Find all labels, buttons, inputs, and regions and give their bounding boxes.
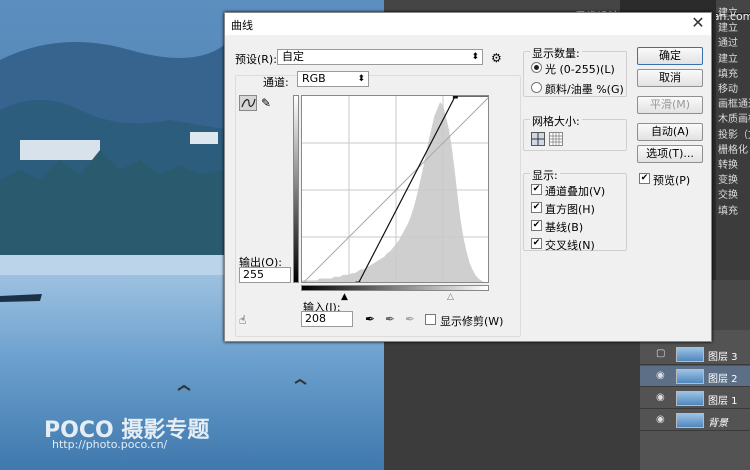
layer-name: 图层 1	[708, 396, 738, 407]
input-gradient-bar	[301, 285, 489, 291]
show-amount-label: 显示数量:	[530, 45, 582, 61]
smooth-button[interactable]: 平滑(M)	[637, 96, 703, 114]
target-adjust-icon[interactable]: ☝	[239, 313, 246, 327]
grid-simple-icon[interactable]	[531, 132, 545, 146]
history-item[interactable]: 建立	[718, 50, 750, 65]
channel-select[interactable]: RGB ⬍	[297, 71, 369, 87]
grid-detailed-icon[interactable]	[549, 132, 563, 146]
layer-thumbnail	[676, 369, 704, 384]
eye-icon[interactable]: ◉	[656, 392, 668, 404]
layer-row[interactable]: ◉ 背景	[640, 410, 750, 431]
output-field[interactable]: 255	[239, 267, 291, 283]
layer-thumbnail	[676, 347, 704, 362]
layer-thumbnail	[676, 391, 704, 406]
eye-icon[interactable]: ◉	[656, 414, 668, 426]
curve-graph[interactable]	[301, 95, 489, 283]
grid-10-icon	[550, 133, 562, 145]
watermark-url: http://photo.poco.cn/	[52, 438, 168, 451]
histogram-label: 直方图(H)	[545, 203, 595, 216]
chevron-updown-icon: ⬍	[357, 74, 365, 84]
history-item[interactable]: 填充	[718, 202, 750, 217]
history-item[interactable]: 建立	[718, 19, 750, 34]
curve-wave-icon	[241, 98, 256, 108]
history-item[interactable]: 移动	[718, 80, 750, 95]
channel-label: 通道:	[263, 76, 289, 89]
history-item[interactable]: 变换	[718, 171, 750, 186]
history-item[interactable]: 画框通过	[718, 95, 750, 110]
chevron-updown-icon: ⬍	[471, 52, 479, 62]
baseline-checkbox[interactable]: ✔	[531, 220, 542, 231]
history-item[interactable]: 木质画框	[718, 110, 750, 125]
history-item[interactable]: 填充	[718, 65, 750, 80]
layer-row[interactable]: ◉ 图层 1	[640, 388, 750, 409]
history-item[interactable]: 交换	[718, 186, 750, 201]
channel-overlay-label: 通道叠加(V)	[545, 185, 606, 198]
layer-row[interactable]: ◉ 图层 2	[640, 366, 750, 387]
close-icon[interactable]: ✕	[691, 14, 705, 32]
auto-button[interactable]: 自动(A)	[637, 123, 703, 141]
history-item[interactable]: 转换	[718, 156, 750, 171]
history-item[interactable]: 投影（文	[718, 126, 750, 141]
intersection-line-label: 交叉线(N)	[545, 239, 595, 252]
baseline-label: 基线(B)	[545, 221, 584, 234]
show-clipping-checkbox[interactable]	[425, 314, 436, 325]
layers-panel: ▢ 图层 3 ◉ 图层 2 ◉ 图层 1 ◉ 背景	[640, 330, 750, 470]
pigment-option-label: 颜料/油墨 %(G)	[545, 83, 624, 96]
grid-4-icon	[532, 133, 544, 145]
history-item[interactable]: 通过	[718, 34, 750, 49]
black-point-slider-icon[interactable]: ▲	[341, 290, 348, 304]
output-gradient-bar	[293, 95, 299, 283]
preset-label: 预设(R):	[235, 53, 277, 66]
preview-checkbox[interactable]: ✔	[639, 173, 650, 184]
layer-thumbnail	[676, 413, 704, 428]
show-label: 显示:	[530, 167, 560, 183]
preview-label: 预览(P)	[653, 174, 691, 187]
cancel-button[interactable]: 取消	[637, 69, 703, 87]
curve-point-tool-icon[interactable]	[239, 95, 257, 111]
pencil-icon[interactable]: ✎	[261, 96, 271, 110]
light-option-label: 光 (0-255)(L)	[545, 63, 615, 76]
input-field[interactable]: 208	[301, 311, 353, 327]
layer-name: 图层 2	[708, 374, 738, 385]
white-point-slider-icon[interactable]: △	[447, 290, 454, 304]
light-radio[interactable]	[531, 62, 542, 73]
ok-button[interactable]: 确定	[637, 47, 703, 65]
options-button[interactable]: 选项(T)...	[637, 145, 703, 163]
preset-value: 自定	[282, 50, 304, 63]
preset-select[interactable]: 自定 ⬍	[277, 49, 483, 65]
gray-eyedropper-icon[interactable]: ✒	[385, 312, 395, 326]
history-item[interactable]: 栅格化	[718, 141, 750, 156]
layer-name: 背景	[708, 418, 728, 429]
dialog-title: 曲线	[231, 19, 253, 32]
channel-value: RGB	[302, 72, 326, 85]
histogram-checkbox[interactable]: ✔	[531, 202, 542, 213]
pigment-radio[interactable]	[531, 82, 542, 93]
layer-row[interactable]: ▢ 图层 3	[640, 344, 750, 365]
dialog-titlebar[interactable]: 曲线 ✕	[225, 13, 711, 35]
grid-size-label: 网格大小:	[530, 113, 582, 129]
gear-icon[interactable]: ⚙	[491, 51, 502, 65]
channel-overlay-checkbox[interactable]: ✔	[531, 184, 542, 195]
curves-dialog: 曲线 ✕ 预设(R): 自定 ⬍ ⚙ 通道: RGB ⬍ ✎ 输出(O): 25…	[224, 12, 712, 342]
black-eyedropper-icon[interactable]: ✒	[365, 312, 375, 326]
curve-control-point	[355, 281, 361, 282]
show-clipping-label: 显示修剪(W)	[440, 315, 504, 328]
layer-name: 图层 3	[708, 352, 738, 363]
white-eyedropper-icon[interactable]: ✒	[405, 312, 415, 326]
eye-icon[interactable]: ◉	[656, 370, 668, 382]
eye-icon-empty[interactable]: ▢	[656, 348, 668, 360]
intersection-line-checkbox[interactable]: ✔	[531, 238, 542, 249]
history-item[interactable]: 建立	[718, 4, 750, 19]
curve-control-point	[452, 96, 458, 99]
